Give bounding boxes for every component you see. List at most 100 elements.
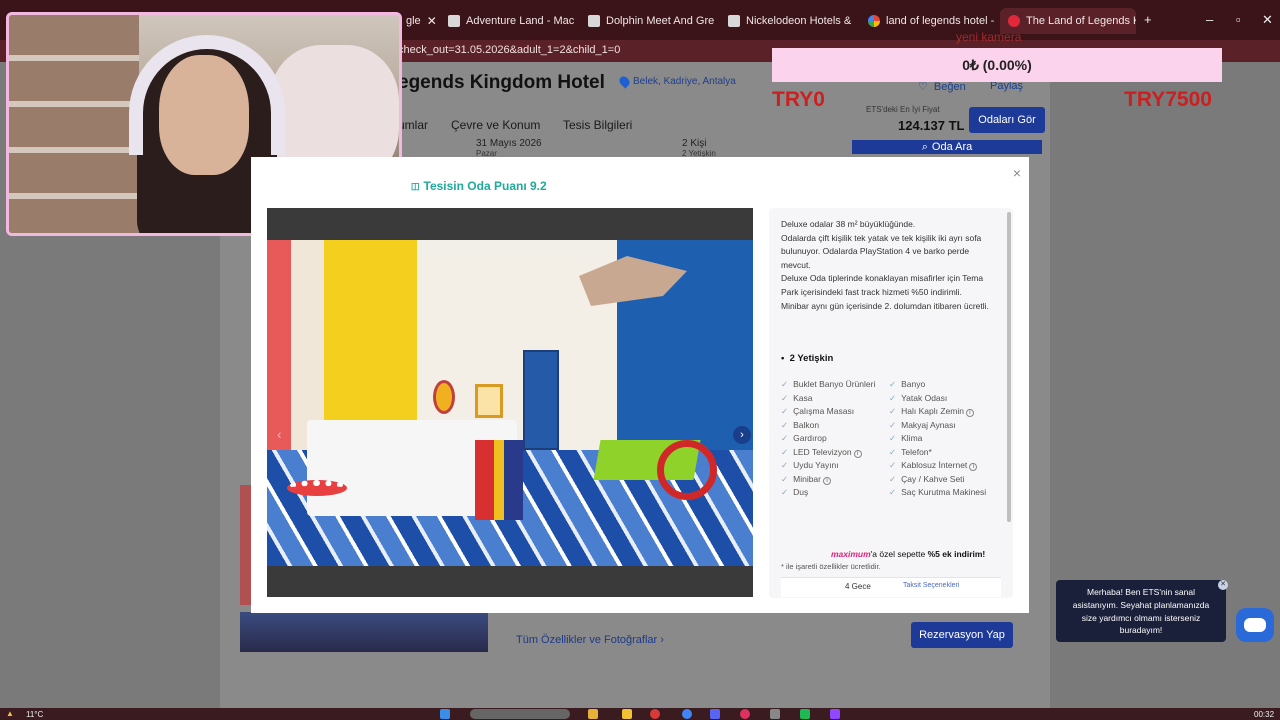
- next-photo-icon[interactable]: ›: [733, 426, 751, 444]
- amenity-item: ✓ Gardırop: [781, 432, 875, 446]
- room-thumbnail[interactable]: [240, 612, 488, 652]
- all-features-link[interactable]: Tüm Özellikler ve Fotoğraflar ›: [516, 634, 664, 646]
- tab-label: gle: [406, 15, 421, 27]
- amenity-item: ✓ LED Televizyon i: [781, 446, 875, 460]
- windows-start-icon[interactable]: [440, 709, 450, 719]
- description-line: Deluxe odalar 38 m² büyüklüğünde.: [781, 219, 916, 229]
- installments-link[interactable]: Taksit Seçenekleri: [903, 582, 959, 589]
- reserve-button[interactable]: Rezervasyon Yap: [911, 622, 1013, 648]
- chrome-icon[interactable]: [682, 709, 692, 719]
- amenity-label: Saç Kurutma Makinesi: [901, 487, 987, 497]
- amenity-item: ✓ Saç Kurutma Makinesi: [889, 486, 986, 500]
- guest-count[interactable]: 2 Kişi 2 Yetişkin: [682, 138, 716, 158]
- tab-adventure-land[interactable]: Adventure Land - Macera ✕: [440, 8, 574, 34]
- amenity-item: ✓ Uydu Yayını: [781, 459, 875, 473]
- see-rooms-button[interactable]: Odaları Gör: [969, 107, 1045, 133]
- amenity-label: Halı Kaplı Zemin: [901, 406, 964, 416]
- tab-google[interactable]: gle ✕: [398, 8, 436, 34]
- room-detail-modal: ◫ Tesisin Oda Puanı 9.2 × ‹ › Deluxe oda…: [251, 157, 1029, 613]
- scrollbar[interactable]: [1007, 212, 1011, 522]
- description-line: Minibar aynı gün içerisinde 2. dolumdan …: [781, 300, 989, 311]
- discord-icon[interactable]: [710, 709, 720, 719]
- amenity-label: Makyaj Aynası: [901, 419, 956, 430]
- tab-nickelodeon[interactable]: Nickelodeon Hotels & Re ✕: [720, 8, 854, 34]
- minimize-icon[interactable]: –: [1206, 12, 1213, 27]
- url-text: check_out=31.05.2026&adult_1=2&child_1=0: [398, 44, 621, 56]
- check-icon: ✓: [889, 433, 897, 443]
- amenity-item: ✓ Kablosuz İnternet i: [889, 459, 986, 473]
- weather-icon: ▲: [6, 709, 14, 718]
- amenity-label: Uydu Yayını: [793, 460, 839, 470]
- hotel-location[interactable]: Belek, Kadriye, Antalya: [617, 74, 736, 89]
- new-tab-button[interactable]: +: [1144, 12, 1152, 27]
- page-icon: [588, 15, 600, 27]
- location-pin-icon: [617, 74, 632, 89]
- assistant-chat-bubble[interactable]: Merhaba! Ben ETS'nin sanal asistanıyım. …: [1056, 580, 1226, 642]
- prev-photo-icon[interactable]: ‹: [277, 426, 282, 442]
- tab-dolphin[interactable]: Dolphin Meet And Greet ✕: [580, 8, 714, 34]
- wall-portrait-1: [433, 380, 455, 414]
- tab-label: The Land of Legends King: [1026, 15, 1136, 27]
- check-icon: ✓: [889, 392, 897, 403]
- app-icon[interactable]: [830, 709, 840, 719]
- maximize-icon[interactable]: ▫: [1236, 12, 1241, 27]
- os-taskbar: ▲ 11°C 00:32: [0, 708, 1280, 720]
- bookshelf: [9, 15, 139, 233]
- close-window-icon[interactable]: ✕: [1262, 12, 1273, 28]
- check-icon: ✓: [781, 460, 789, 470]
- amenity-label: Çalışma Masası: [793, 406, 855, 416]
- app-icon[interactable]: [770, 709, 780, 719]
- amenity-label: Kablosuz İnternet: [901, 460, 968, 470]
- room-description: Deluxe odalar 38 m² büyüklüğünde. Odalar…: [781, 218, 993, 313]
- checkout-date[interactable]: 31 Mayıs 2026 Pazar: [476, 138, 542, 158]
- price-value: 124.137 TL: [898, 118, 965, 133]
- amenity-item: ✓ Buklet Banyo Ürünleri: [781, 378, 875, 392]
- app-icon[interactable]: [740, 709, 750, 719]
- chatbot-icon[interactable]: [1236, 608, 1274, 642]
- app-icon[interactable]: [588, 709, 598, 719]
- nav-tab-facility[interactable]: Tesis Bilgileri: [563, 118, 632, 132]
- close-chat-icon[interactable]: ✕: [1218, 580, 1228, 590]
- favorite-label: Beğen: [933, 80, 966, 93]
- room-score-text: Tesisin Oda Puanı 9.2: [423, 179, 547, 193]
- close-icon[interactable]: ×: [1013, 165, 1021, 181]
- check-icon: ✓: [781, 446, 789, 457]
- taskbar-search-box[interactable]: [470, 709, 570, 719]
- description-line: Deluxe Oda tiplerinde konaklayan misafir…: [781, 273, 984, 297]
- amenity-item: ✓ Duş: [781, 486, 875, 500]
- room-search-button[interactable]: ⌕ Oda Ara: [852, 140, 1042, 154]
- close-tab-icon[interactable]: ✕: [427, 14, 436, 28]
- room-photo: ‹ ›: [267, 240, 753, 566]
- app-icon[interactable]: [800, 709, 810, 719]
- google-icon: [868, 15, 880, 27]
- page-icon: [448, 15, 460, 27]
- amenity-item: ✓ Makyaj Aynası: [889, 419, 986, 433]
- amenity-item: ✓ Yatak Odası: [889, 392, 986, 406]
- headset: [129, 35, 285, 155]
- nav-tab-location[interactable]: Çevre ve Konum: [451, 118, 540, 132]
- weather-temp[interactable]: 11°C: [26, 710, 43, 719]
- info-icon[interactable]: i: [969, 463, 978, 471]
- amenity-label: Klima: [901, 433, 923, 443]
- amenities-right: ✓ Banyo ✓ Yatak Odası ✓ Halı Kaplı Zemin i ✓…: [889, 378, 986, 500]
- folder-icon[interactable]: [622, 709, 632, 719]
- nights-row: 4 Gece Taksit Seçenekleri: [781, 577, 1001, 597]
- nights-label: 4 Gece: [845, 582, 871, 591]
- maximum-logo: maximum: [831, 549, 871, 559]
- wall-portrait-2: [475, 384, 503, 418]
- clock[interactable]: 00:32: [1254, 710, 1274, 719]
- check-icon: ✓: [781, 406, 789, 416]
- info-icon[interactable]: i: [853, 449, 862, 458]
- nav-tab-rooms[interactable]: umlar: [398, 118, 428, 132]
- info-icon[interactable]: i: [823, 476, 831, 485]
- donation-goal-bar: 0₺ (0.00%): [772, 48, 1222, 82]
- description-line: Odalarda çift kişilik tek yatak ve tek k…: [781, 232, 982, 270]
- info-icon[interactable]: i: [965, 409, 974, 417]
- date-text: 31 Mayıs 2026: [476, 138, 542, 149]
- app-icon[interactable]: [650, 709, 660, 719]
- blue-door: [523, 350, 559, 450]
- score-icon: ◫: [411, 180, 420, 191]
- guest-text: 2 Kişi: [682, 138, 707, 149]
- paid-features-note: * ile işaretli özellikler ücretlidir.: [781, 562, 881, 571]
- amenity-item: ✓ Çay / Kahve Seti: [889, 473, 986, 487]
